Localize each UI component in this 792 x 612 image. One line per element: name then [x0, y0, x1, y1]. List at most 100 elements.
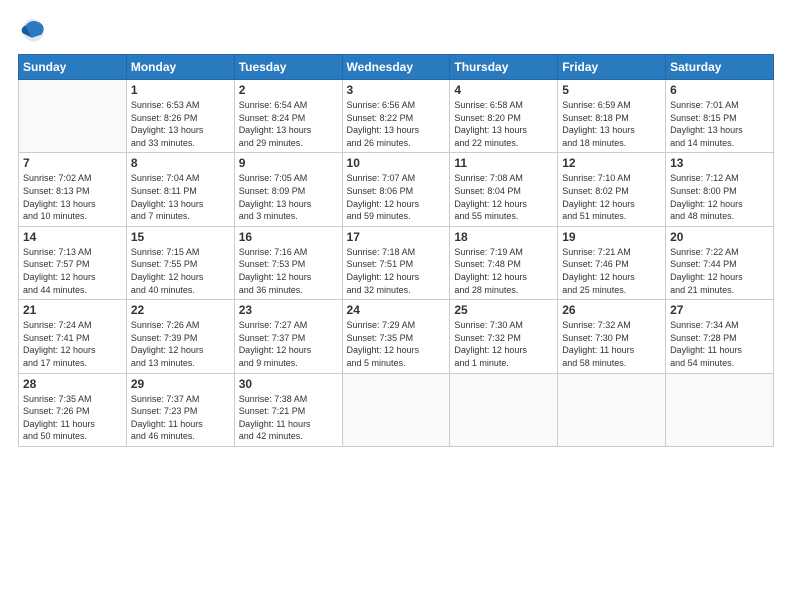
header [18, 16, 774, 44]
calendar-cell: 20 Sunrise: 7:22 AM Sunset: 7:44 PM Dayli… [666, 226, 774, 299]
cell-info: Sunrise: 7:38 AM Sunset: 7:21 PM Dayligh… [239, 393, 338, 443]
cell-info: Sunrise: 6:58 AM Sunset: 8:20 PM Dayligh… [454, 99, 553, 149]
weekday-header: Wednesday [342, 55, 450, 80]
calendar-cell: 21Sunrise: 7:24 AM Sunset: 7:41 PM Dayli… [19, 300, 127, 373]
cell-info: Sunrise: 7:22 AM Sunset: 7:44 PM Dayligh… [670, 246, 769, 296]
calendar-week-row: 1 Sunrise: 6:53 AM Sunset: 8:26 PM Daylig… [19, 80, 774, 153]
cell-info: Sunrise: 7:27 AM Sunset: 7:37 PM Dayligh… [239, 319, 338, 369]
day-number: 30 [239, 377, 338, 391]
calendar-cell: 15 Sunrise: 7:15 AM Sunset: 7:55 PM Dayli… [126, 226, 234, 299]
cell-info: Sunrise: 7:08 AM Sunset: 8:04 PM Dayligh… [454, 172, 553, 222]
calendar-cell: 5 Sunrise: 6:59 AM Sunset: 8:18 PM Daylig… [558, 80, 666, 153]
page: SundayMondayTuesdayWednesdayThursdayFrid… [0, 0, 792, 612]
weekday-header: Friday [558, 55, 666, 80]
day-number: 13 [670, 156, 769, 170]
calendar-cell: 12Sunrise: 7:10 AM Sunset: 8:02 PM Dayli… [558, 153, 666, 226]
day-number: 18 [454, 230, 553, 244]
weekday-header: Thursday [450, 55, 558, 80]
day-number: 3 [347, 83, 446, 97]
cell-info: Sunrise: 6:56 AM Sunset: 8:22 PM Dayligh… [347, 99, 446, 149]
cell-info: Sunrise: 7:12 AM Sunset: 8:00 PM Dayligh… [670, 172, 769, 222]
day-number: 17 [347, 230, 446, 244]
weekday-header: Sunday [19, 55, 127, 80]
calendar-cell [450, 373, 558, 446]
day-number: 9 [239, 156, 338, 170]
day-number: 7 [23, 156, 122, 170]
cell-info: Sunrise: 7:18 AM Sunset: 7:51 PM Dayligh… [347, 246, 446, 296]
day-number: 5 [562, 83, 661, 97]
calendar-cell: 9 Sunrise: 7:05 AM Sunset: 8:09 PM Daylig… [234, 153, 342, 226]
cell-info: Sunrise: 7:29 AM Sunset: 7:35 PM Dayligh… [347, 319, 446, 369]
calendar-cell [19, 80, 127, 153]
day-number: 8 [131, 156, 230, 170]
calendar-cell: 29 Sunrise: 7:37 AM Sunset: 7:23 PM Dayli… [126, 373, 234, 446]
calendar-cell: 24 Sunrise: 7:29 AM Sunset: 7:35 PM Dayli… [342, 300, 450, 373]
day-number: 11 [454, 156, 553, 170]
day-number: 4 [454, 83, 553, 97]
calendar-cell: 23Sunrise: 7:27 AM Sunset: 7:37 PM Dayli… [234, 300, 342, 373]
day-number: 1 [131, 83, 230, 97]
calendar-cell: 26 Sunrise: 7:32 AM Sunset: 7:30 PM Dayli… [558, 300, 666, 373]
calendar-cell: 1 Sunrise: 6:53 AM Sunset: 8:26 PM Daylig… [126, 80, 234, 153]
day-number: 25 [454, 303, 553, 317]
cell-info: Sunrise: 7:16 AM Sunset: 7:53 PM Dayligh… [239, 246, 338, 296]
day-number: 15 [131, 230, 230, 244]
cell-info: Sunrise: 7:15 AM Sunset: 7:55 PM Dayligh… [131, 246, 230, 296]
cell-info: Sunrise: 7:34 AM Sunset: 7:28 PM Dayligh… [670, 319, 769, 369]
cell-info: Sunrise: 7:05 AM Sunset: 8:09 PM Dayligh… [239, 172, 338, 222]
calendar-cell: 17 Sunrise: 7:18 AM Sunset: 7:51 PM Dayli… [342, 226, 450, 299]
day-number: 14 [23, 230, 122, 244]
cell-info: Sunrise: 6:54 AM Sunset: 8:24 PM Dayligh… [239, 99, 338, 149]
weekday-header: Monday [126, 55, 234, 80]
calendar-week-row: 7 Sunrise: 7:02 AM Sunset: 8:13 PM Daylig… [19, 153, 774, 226]
day-number: 22 [131, 303, 230, 317]
calendar-cell: 25Sunrise: 7:30 AM Sunset: 7:32 PM Dayli… [450, 300, 558, 373]
calendar-cell [666, 373, 774, 446]
cell-info: Sunrise: 7:13 AM Sunset: 7:57 PM Dayligh… [23, 246, 122, 296]
cell-info: Sunrise: 7:21 AM Sunset: 7:46 PM Dayligh… [562, 246, 661, 296]
calendar-cell: 3 Sunrise: 6:56 AM Sunset: 8:22 PM Daylig… [342, 80, 450, 153]
calendar-cell: 16 Sunrise: 7:16 AM Sunset: 7:53 PM Dayli… [234, 226, 342, 299]
calendar-cell: 19Sunrise: 7:21 AM Sunset: 7:46 PM Dayli… [558, 226, 666, 299]
calendar-cell: 4 Sunrise: 6:58 AM Sunset: 8:20 PM Daylig… [450, 80, 558, 153]
calendar: SundayMondayTuesdayWednesdayThursdayFrid… [18, 54, 774, 447]
day-number: 2 [239, 83, 338, 97]
calendar-cell: 27Sunrise: 7:34 AM Sunset: 7:28 PM Dayli… [666, 300, 774, 373]
calendar-cell [558, 373, 666, 446]
cell-info: Sunrise: 7:04 AM Sunset: 8:11 PM Dayligh… [131, 172, 230, 222]
calendar-week-row: 28 Sunrise: 7:35 AM Sunset: 7:26 PM Dayli… [19, 373, 774, 446]
calendar-cell: 30 Sunrise: 7:38 AM Sunset: 7:21 PM Dayli… [234, 373, 342, 446]
day-number: 10 [347, 156, 446, 170]
weekday-header-row: SundayMondayTuesdayWednesdayThursdayFrid… [19, 55, 774, 80]
cell-info: Sunrise: 6:53 AM Sunset: 8:26 PM Dayligh… [131, 99, 230, 149]
calendar-cell: 8 Sunrise: 7:04 AM Sunset: 8:11 PM Daylig… [126, 153, 234, 226]
cell-info: Sunrise: 7:02 AM Sunset: 8:13 PM Dayligh… [23, 172, 122, 222]
calendar-cell: 2 Sunrise: 6:54 AM Sunset: 8:24 PM Daylig… [234, 80, 342, 153]
cell-info: Sunrise: 7:10 AM Sunset: 8:02 PM Dayligh… [562, 172, 661, 222]
cell-info: Sunrise: 7:35 AM Sunset: 7:26 PM Dayligh… [23, 393, 122, 443]
weekday-header: Tuesday [234, 55, 342, 80]
calendar-cell: 22 Sunrise: 7:26 AM Sunset: 7:39 PM Dayli… [126, 300, 234, 373]
weekday-header: Saturday [666, 55, 774, 80]
day-number: 29 [131, 377, 230, 391]
day-number: 16 [239, 230, 338, 244]
calendar-cell: 7 Sunrise: 7:02 AM Sunset: 8:13 PM Daylig… [19, 153, 127, 226]
logo-icon [18, 16, 46, 44]
day-number: 20 [670, 230, 769, 244]
calendar-cell: 18Sunrise: 7:19 AM Sunset: 7:48 PM Dayli… [450, 226, 558, 299]
day-number: 21 [23, 303, 122, 317]
day-number: 24 [347, 303, 446, 317]
calendar-cell: 6 Sunrise: 7:01 AM Sunset: 8:15 PM Daylig… [666, 80, 774, 153]
cell-info: Sunrise: 6:59 AM Sunset: 8:18 PM Dayligh… [562, 99, 661, 149]
cell-info: Sunrise: 7:37 AM Sunset: 7:23 PM Dayligh… [131, 393, 230, 443]
cell-info: Sunrise: 7:32 AM Sunset: 7:30 PM Dayligh… [562, 319, 661, 369]
day-number: 28 [23, 377, 122, 391]
cell-info: Sunrise: 7:01 AM Sunset: 8:15 PM Dayligh… [670, 99, 769, 149]
calendar-cell: 28 Sunrise: 7:35 AM Sunset: 7:26 PM Dayli… [19, 373, 127, 446]
day-number: 26 [562, 303, 661, 317]
day-number: 6 [670, 83, 769, 97]
calendar-cell [342, 373, 450, 446]
cell-info: Sunrise: 7:26 AM Sunset: 7:39 PM Dayligh… [131, 319, 230, 369]
calendar-week-row: 21Sunrise: 7:24 AM Sunset: 7:41 PM Dayli… [19, 300, 774, 373]
cell-info: Sunrise: 7:07 AM Sunset: 8:06 PM Dayligh… [347, 172, 446, 222]
